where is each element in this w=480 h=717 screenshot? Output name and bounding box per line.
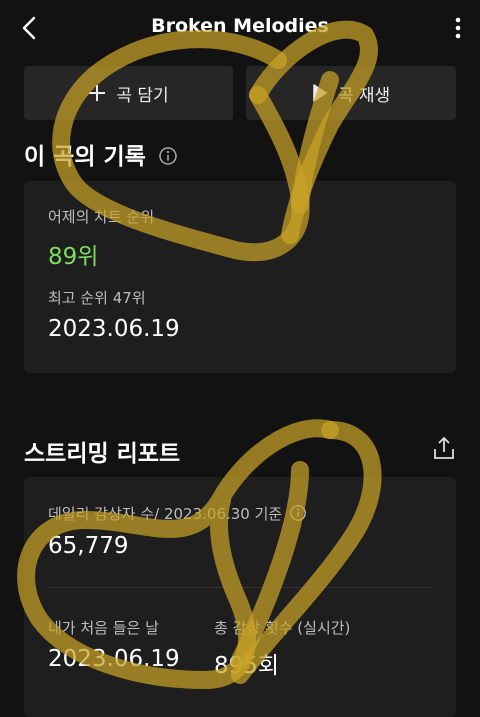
total-plays-value: 895회 [214,653,280,679]
play-song-label: 곡 재생 [337,85,391,106]
first-listen-label: 내가 처음 들은 날 [48,619,159,637]
play-icon [313,84,327,102]
daily-listeners-label-text: 데일리 감상자 수/ 2023.06.30 기준 [48,505,283,523]
streaming-report-card: 데일리 감상자 수/ 2023.06.30 기준 65,779 내가 처음 들은… [24,477,456,717]
daily-listeners-value: 65,779 [48,533,129,559]
divider [48,587,432,588]
add-song-button[interactable]: 곡 담기 [24,66,233,120]
page-title: Broken Melodies [151,15,329,37]
best-rank-label: 최고 순위 47위 [48,289,146,307]
more-vert-icon[interactable] [452,12,464,44]
first-listen-date: 2023.06.19 [48,646,180,672]
top-bar: Broken Melodies [0,0,480,56]
play-song-button[interactable]: 곡 재생 [246,66,456,120]
streaming-report-title: 스트리밍 리포트 [24,441,181,467]
total-plays-label: 총 감상 횟수 (실시간) [214,619,351,637]
info-icon[interactable] [289,504,307,522]
add-song-label: 곡 담기 [116,85,169,106]
share-upload-icon[interactable] [432,436,456,462]
yesterday-chart-label: 어제의 차트 순위 [48,208,155,226]
best-rank-date: 2023.06.19 [48,316,180,342]
plus-icon [89,85,106,101]
info-icon[interactable] [158,146,178,166]
song-record-title: 이 곡의 기록 [24,137,178,171]
yesterday-chart-rank: 89위 [48,244,99,270]
daily-listeners-label: 데일리 감상자 수/ 2023.06.30 기준 [48,503,307,524]
song-record-title-text: 이 곡의 기록 [24,144,146,170]
song-record-card: 어제의 차트 순위 89위 최고 순위 47위 2023.06.19 [24,181,456,373]
